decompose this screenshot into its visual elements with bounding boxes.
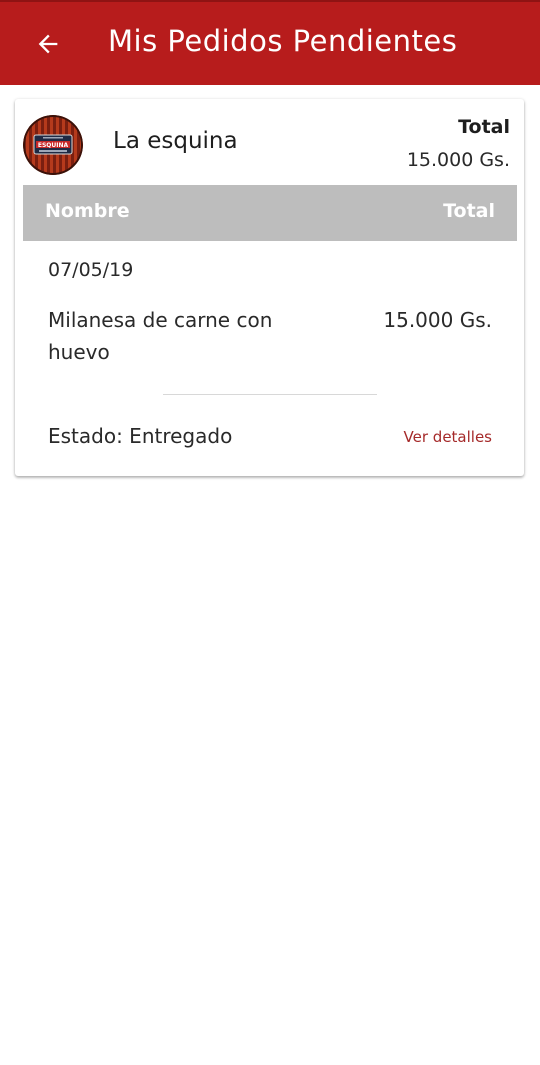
store-logo-text: ESQUINA (38, 142, 69, 149)
table-header: Nombre Total (23, 185, 517, 241)
store-logo: ESQUINA (23, 115, 83, 175)
order-status: Estado: Entregado (48, 424, 233, 448)
page-title: Mis Pedidos Pendientes (108, 24, 458, 58)
order-date: 07/05/19 (48, 259, 134, 281)
app-bar: Mis Pedidos Pendientes (0, 0, 540, 85)
item-price: 15.000 Gs. (383, 308, 492, 332)
total-value: 15.000 Gs. (406, 149, 510, 171)
total-label: Total (458, 116, 510, 138)
view-details-link[interactable]: Ver detalles (404, 428, 492, 446)
arrow-back-icon (38, 34, 58, 54)
order-card[interactable]: ESQUINA La esquina Total 15.000 Gs. Nomb… (15, 99, 524, 476)
item-name: Milanesa de carne con huevo (48, 308, 273, 364)
store-name: La esquina (113, 128, 238, 154)
back-button[interactable] (28, 24, 68, 64)
column-header-name: Nombre (45, 200, 130, 222)
divider (163, 394, 377, 395)
column-header-total: Total (443, 200, 495, 222)
